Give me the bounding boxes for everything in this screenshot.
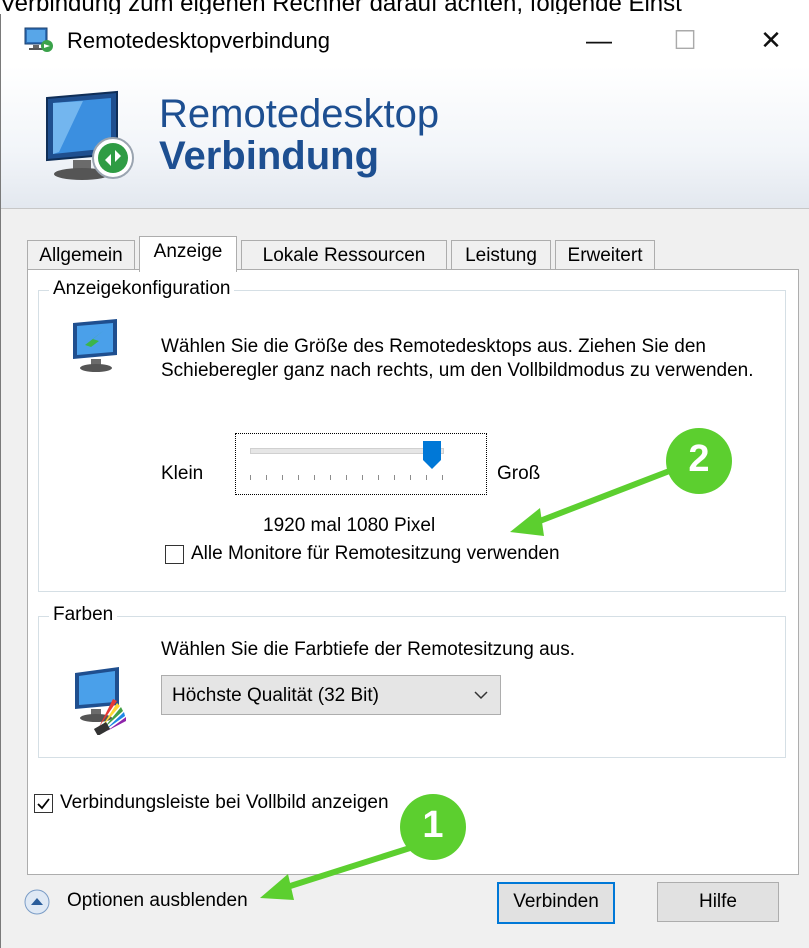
display-monitor-icon [73,319,117,372]
annotation-badge-2: 2 [666,428,732,494]
chevron-down-icon [474,691,488,700]
all-monitors-label[interactable]: Alle Monitore für Remotesitzung verwende… [191,543,560,565]
color-depth-icon [75,667,126,735]
colors-group: Farben Wählen Sie die Farbtiefe der Remo… [38,604,786,758]
slider-tick [378,475,379,480]
remote-desktop-monitor-icon [46,90,134,180]
resolution-slider-box [235,433,487,495]
display-config-legend: Anzeigekonfiguration [49,278,235,300]
slider-tick [314,475,315,480]
tab-allgemein[interactable]: Allgemein [27,240,135,271]
color-depth-value: Höchste Qualität (32 Bit) [172,685,379,706]
slider-tick [266,475,267,480]
tab-anzeige[interactable]: Anzeige [139,236,237,272]
remote-desktop-app-icon [24,27,53,52]
options-toggle-label: Optionen ausblenden [67,890,248,911]
close-button[interactable]: ✕ [741,14,801,66]
connection-bar-checkbox[interactable] [34,794,53,813]
resolution-text: 1920 mal 1080 Pixel [263,515,436,536]
resolution-slider-thumb[interactable] [422,440,442,470]
tab-erweitert[interactable]: Erweitert [555,240,655,271]
maximize-button[interactable]: ☐ [655,14,715,66]
slider-tick [426,475,427,480]
color-depth-select[interactable]: Höchste Qualität (32 Bit) [161,675,501,715]
tab-panel-anzeige: Anzeigekonfiguration Wählen Sie die Größ… [27,269,799,875]
checkmark-icon [37,798,50,810]
title-bar: Remotedesktopverbindung — ☐ ✕ [1,14,809,66]
annotation-badge-2-label: 2 [688,438,710,480]
slider-tick [346,475,347,480]
window-title: Remotedesktopverbindung [67,28,330,53]
slider-tick [330,475,331,480]
connection-bar-label[interactable]: Verbindungsleiste bei Vollbild anzeigen [60,792,389,814]
slider-tick [362,475,363,480]
display-config-description: Wählen Sie die Größe des Remotedesktops … [161,336,754,381]
annotation-badge-1: 1 [400,794,466,860]
header-banner: Remotedesktop Verbindung [1,66,809,209]
slider-tick [410,475,411,480]
collapse-up-icon [24,889,50,915]
slider-tick [394,475,395,480]
annotation-arrow-2 [510,467,674,536]
banner-title-line2: Verbindung [159,134,379,178]
slider-tick [250,475,251,480]
annotation-badge-1-label: 1 [422,804,444,846]
connect-button[interactable]: Verbinden [497,882,615,924]
colors-legend: Farben [49,604,118,626]
colors-description: Wählen Sie die Farbtiefe der Remotesitzu… [161,639,575,660]
slider-tick [282,475,283,480]
minimize-button[interactable]: — [569,14,629,66]
banner-title-line1: Remotedesktop [159,92,440,136]
resolution-slider-track [250,448,444,454]
slider-tick [298,475,299,480]
slider-tick [442,475,443,480]
tab-leistung[interactable]: Leistung [451,240,551,271]
help-button[interactable]: Hilfe [657,882,779,922]
all-monitors-checkbox[interactable] [165,545,184,564]
tab-lokale-ressourcen[interactable]: Lokale Ressourcen [241,240,447,271]
slider-min-label: Klein [161,463,204,484]
